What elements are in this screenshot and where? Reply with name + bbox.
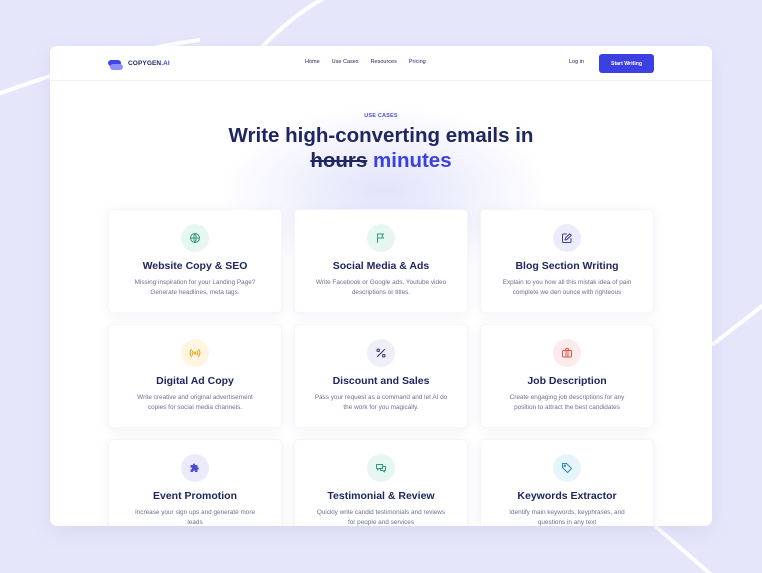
card-event-promotion[interactable]: Event Promotion Increase your sign ups a…: [108, 439, 282, 526]
edit-icon: [553, 224, 581, 252]
accent-word: minutes: [373, 149, 452, 172]
card-title: Discount and Sales: [332, 375, 430, 387]
card-description: Pass your request as a command and let A…: [314, 394, 448, 411]
struck-word: hours: [310, 149, 368, 172]
card-title: Testimonial & Review: [327, 490, 435, 502]
section-eyebrow: USE CASES: [364, 113, 398, 119]
card-description: Explain to you how all this mistak idea …: [502, 279, 632, 296]
card-title: Social Media & Ads: [332, 260, 430, 272]
nav-resources[interactable]: Resources: [371, 59, 397, 65]
nav-pricing[interactable]: Pricing: [409, 59, 426, 65]
card-website-copy-seo[interactable]: Website Copy & SEO Missing inspiration f…: [108, 209, 282, 313]
card-title: Blog Section Writing: [515, 260, 619, 272]
browser-frame: COPYGEN.AI Home Use Cases Resources Pric…: [50, 46, 712, 526]
card-description: Missing inspiration for your Landing Pag…: [134, 279, 256, 296]
card-digital-ad-copy[interactable]: Digital Ad Copy Write creative and origi…: [108, 324, 282, 428]
card-keywords-extractor[interactable]: Keywords Extractor Identify main keyword…: [480, 439, 654, 526]
logo[interactable]: COPYGEN.AI: [108, 57, 170, 70]
card-title: Website Copy & SEO: [142, 260, 248, 272]
login-link[interactable]: Log in: [569, 59, 584, 65]
card-description: Write creative and original advertisemen…: [137, 394, 253, 411]
briefcase-icon: [553, 339, 581, 367]
card-testimonial-review[interactable]: Testimonial & Review Quickly write candi…: [294, 439, 468, 526]
card-description: Identify main keywords, keyphrases, and …: [509, 509, 625, 526]
nav-links: Home Use Cases Resources Pricing: [305, 59, 438, 65]
broadcast-icon: [181, 339, 209, 367]
card-description: Increase your sign ups and generate more…: [134, 509, 256, 526]
card-description: Quickly write candid testimonials and re…: [316, 509, 446, 526]
nav-use-cases[interactable]: Use Cases: [332, 59, 359, 65]
logo-text: COPYGEN.AI: [128, 59, 170, 67]
nav-home[interactable]: Home: [305, 59, 320, 65]
chat-icon: [367, 454, 395, 482]
globe-icon: [181, 224, 209, 252]
card-description: Create engaging job descriptions for any…: [509, 394, 625, 411]
tags-icon: [553, 454, 581, 482]
start-writing-button[interactable]: Start Writing: [599, 54, 654, 73]
logo-icon: [108, 58, 123, 70]
card-title: Digital Ad Copy: [156, 375, 234, 387]
card-title: Job Description: [527, 375, 607, 387]
card-title: Keywords Extractor: [517, 490, 617, 502]
flag-icon: [367, 224, 395, 252]
hero-title-line2: hours minutes: [50, 148, 712, 173]
puzzle-icon: [181, 454, 209, 482]
card-blog-section-writing[interactable]: Blog Section Writing Explain to you how …: [480, 209, 654, 313]
card-description: Write Facebook or Google ads, Youtube vi…: [315, 279, 447, 296]
card-social-media-ads[interactable]: Social Media & Ads Write Facebook or Goo…: [294, 209, 468, 313]
card-discount-and-sales[interactable]: Discount and Sales Pass your request as …: [294, 324, 468, 428]
top-navbar: COPYGEN.AI Home Use Cases Resources Pric…: [50, 46, 712, 81]
percent-icon: [367, 339, 395, 367]
hero-title: Write high-converting emails in: [228, 124, 534, 147]
card-job-description[interactable]: Job Description Create engaging job desc…: [480, 324, 654, 428]
card-title: Event Promotion: [152, 490, 237, 502]
